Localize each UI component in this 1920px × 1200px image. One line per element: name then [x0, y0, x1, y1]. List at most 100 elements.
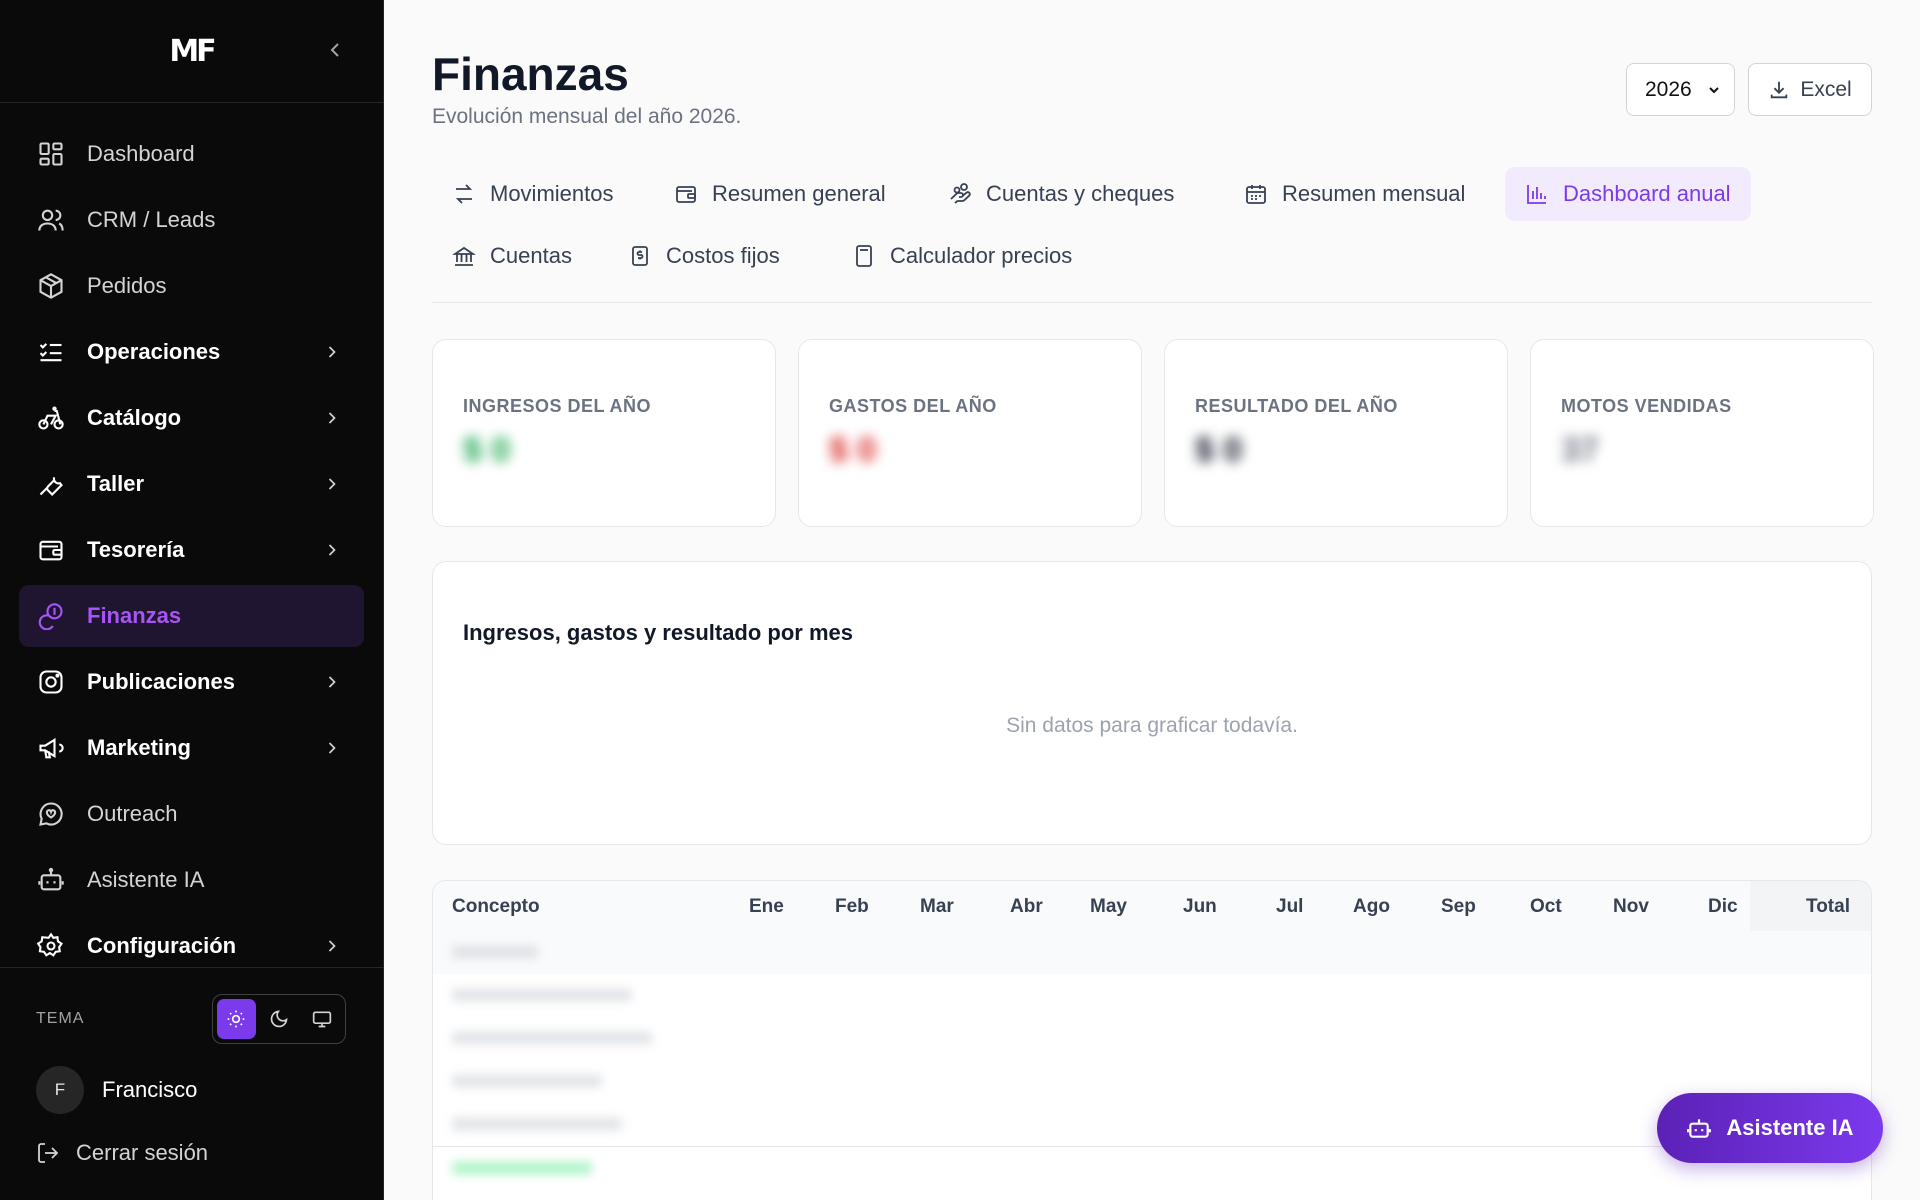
table-row [433, 974, 1871, 1017]
download-icon [1771, 81, 1788, 98]
sidebar-item-label: Outreach [87, 801, 178, 826]
logout-icon [38, 1143, 59, 1163]
chevron-down-icon [1709, 87, 1719, 94]
sidebar-item-asistente[interactable]: Asistente IA [19, 849, 364, 911]
chevron-right-icon [328, 412, 336, 424]
kpi-value: $ 0 [1195, 431, 1243, 469]
chevron-right-icon [328, 676, 336, 688]
table-header: Concepto Ene Feb Mar Abr May Jun Jul Ago… [433, 881, 1871, 931]
sidebar-item-publicaciones[interactable]: Publicaciones [19, 651, 364, 713]
blurred-cell [452, 1075, 602, 1087]
th-jul: Jul [1276, 896, 1304, 917]
th-mar: Mar [920, 896, 954, 917]
chart-title: Ingresos, gastos y resultado por mes [463, 620, 854, 645]
brand: MF [0, 0, 383, 103]
kpi-value: 37 [1561, 431, 1599, 469]
chevron-left-icon[interactable] [323, 38, 347, 62]
sidebar-item-tesoreria[interactable]: Tesorería [19, 519, 364, 581]
grid-icon [39, 142, 63, 166]
theme-switch [212, 994, 346, 1044]
sidebar-item-crm[interactable]: CRM / Leads [19, 189, 364, 251]
th-total: Total [1806, 896, 1850, 917]
th-jun: Jun [1183, 896, 1217, 917]
kpi-label: INGRESOS DEL AÑO [463, 396, 652, 416]
sidebar-item-outreach[interactable]: Outreach [19, 783, 364, 845]
th-nov: Nov [1613, 896, 1649, 917]
gear-icon [37, 932, 63, 957]
th-abr: Abr [1010, 896, 1043, 917]
sidebar-item-label: Configuración [87, 933, 237, 958]
receipt-icon [632, 246, 648, 266]
th-feb: Feb [835, 896, 869, 917]
sidebar-item-dashboard[interactable]: Dashboard [19, 123, 364, 185]
tab-label: Resumen mensual [1282, 181, 1466, 206]
sidebar-item-operaciones[interactable]: Operaciones [19, 321, 364, 383]
tab-label: Movimientos [490, 181, 614, 206]
bot-icon [1687, 1119, 1712, 1138]
users-icon [38, 209, 64, 231]
tab-label: Dashboard anual [1563, 181, 1731, 206]
blurred-cell [452, 989, 632, 1001]
logout-label: Cerrar sesión [76, 1140, 209, 1165]
tab-cuentas[interactable]: Cuentas [432, 229, 592, 283]
tab-calculador-precios[interactable]: Calculador precios [832, 229, 1092, 283]
year-select[interactable]: 2026 [1626, 63, 1735, 116]
table-row [433, 1147, 1871, 1190]
tab-label: Costos fijos [666, 243, 780, 268]
sidebar-item-pedidos[interactable]: Pedidos [19, 255, 364, 317]
arrows-left-right-icon [455, 184, 473, 204]
logout-button[interactable]: Cerrar sesión [0, 1140, 384, 1166]
ai-assistant-label: Asistente IA [1726, 1115, 1854, 1140]
blurred-cell [452, 946, 538, 958]
tab-resumen-general[interactable]: Resumen general [654, 167, 906, 221]
chart-empty-message: Sin datos para graficar todavía. [1006, 714, 1298, 737]
sidebar-item-finanzas[interactable]: Finanzas [19, 585, 364, 647]
sidebar-item-catalogo[interactable]: Catálogo [19, 387, 364, 449]
calculator-icon [856, 245, 872, 267]
table-row [433, 1103, 1871, 1146]
logo: MF [169, 33, 216, 69]
th-oct: Oct [1530, 896, 1562, 917]
ai-assistant-button[interactable]: Asistente IA [1657, 1093, 1883, 1163]
kpi-ingresos: INGRESOS DEL AÑO $ 0 [432, 339, 776, 527]
tab-cuentas-cheques[interactable]: Cuentas y cheques [928, 167, 1194, 221]
tab-resumen-mensual[interactable]: Resumen mensual [1224, 167, 1485, 221]
year-value: 2026 [1645, 77, 1692, 101]
tab-label: Calculador precios [890, 243, 1073, 268]
calendar-icon [1246, 185, 1266, 204]
sun-icon [227, 1010, 245, 1028]
kpi-motos-vendidas: MOTOS VENDIDAS 37 [1530, 339, 1874, 527]
excel-export-button[interactable]: Excel [1748, 63, 1872, 116]
tab-dashboard-anual[interactable]: Dashboard anual [1505, 167, 1751, 221]
wrench-icon [39, 477, 63, 496]
coins-icon [38, 603, 63, 630]
list-checks-icon [39, 343, 62, 362]
tab-label: Cuentas y cheques [986, 181, 1175, 206]
tab-movimientos[interactable]: Movimientos [432, 167, 633, 221]
th-dic: Dic [1708, 896, 1738, 917]
table-row [433, 1017, 1871, 1060]
sidebar-item-marketing[interactable]: Marketing [19, 717, 364, 779]
table-row [433, 931, 1871, 974]
user-name: Francisco [102, 1077, 198, 1102]
kpi-value: $ 0 [829, 431, 877, 469]
th-concepto: Concepto [452, 896, 540, 917]
theme-system-button[interactable] [302, 999, 341, 1039]
theme-dark-button[interactable] [260, 999, 299, 1039]
bot-icon [38, 867, 64, 891]
user-profile[interactable]: F Francisco [0, 1066, 384, 1114]
page-title: Finanzas [432, 48, 629, 100]
theme-light-button[interactable] [217, 999, 256, 1039]
message-heart-icon [39, 802, 63, 826]
sidebar-item-label: Asistente IA [87, 867, 205, 892]
blurred-cell [452, 1118, 622, 1130]
megaphone-icon [39, 737, 64, 759]
bar-chart-icon [1527, 185, 1546, 204]
bike-icon [38, 406, 64, 430]
bank-icon [452, 246, 476, 266]
tab-costos-fijos[interactable]: Costos fijos [608, 229, 800, 283]
sidebar-item-taller[interactable]: Taller [19, 453, 364, 515]
instagram-icon [39, 670, 63, 694]
kpi-label: MOTOS VENDIDAS [1561, 396, 1732, 416]
sidebar-nav: Dashboard CRM / Leads Pedidos Operacione… [0, 103, 383, 977]
